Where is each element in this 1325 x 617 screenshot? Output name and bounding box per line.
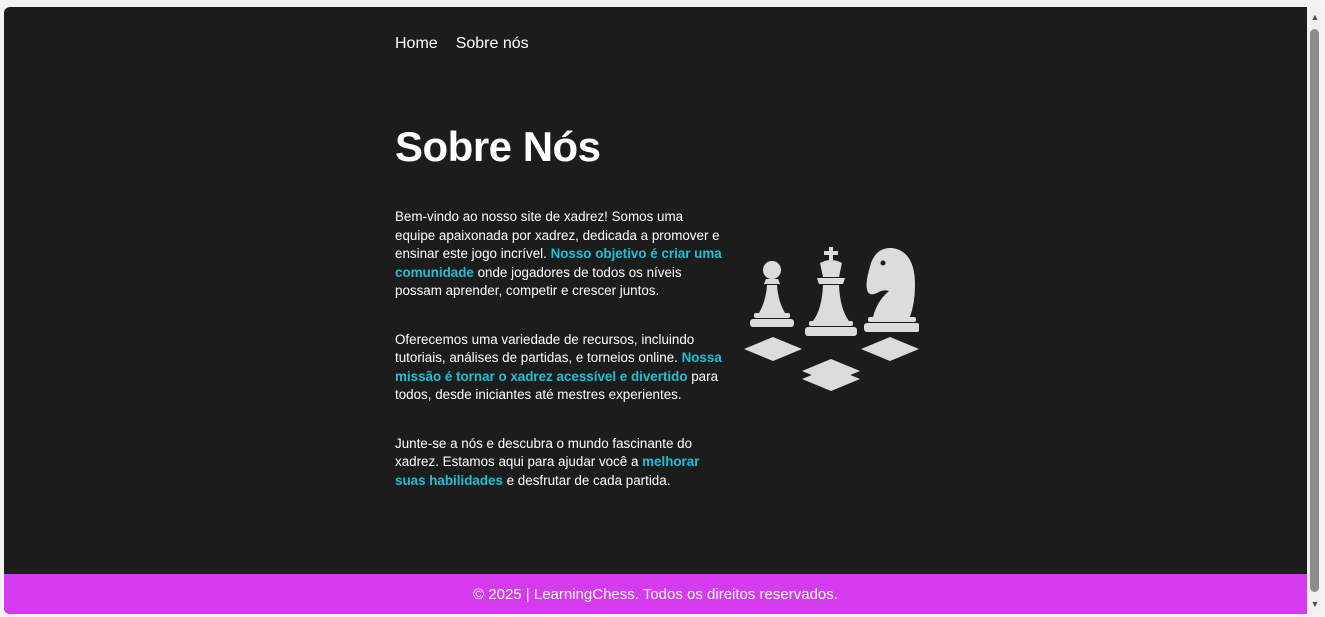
chess-pieces-icon (737, 239, 920, 397)
about-paragraph-3: Junte-se a nós e descubra o mundo fascin… (395, 435, 725, 491)
about-content: Bem-vindo ao nosso site de xadrez! Somos… (395, 208, 725, 520)
page-title: Sobre Nós (395, 123, 601, 170)
paragraph-text: e desfrutar de cada partida. (502, 472, 671, 488)
scroll-up-arrow-icon[interactable]: ▲ (1307, 9, 1323, 25)
scroll-thumb[interactable] (1310, 29, 1319, 592)
board-square-icon (744, 337, 802, 361)
about-paragraph-2: Oferecemos uma variedade de recursos, in… (395, 331, 725, 405)
scroll-down-arrow-icon[interactable]: ▼ (1307, 596, 1323, 612)
nav-link-sobre-nos[interactable]: Sobre nós (456, 35, 529, 53)
site-footer: © 2025 | LearningChess. Todos os direito… (4, 574, 1307, 614)
top-nav: Home Sobre nós (395, 35, 529, 53)
vertical-scrollbar[interactable]: ▲ ▼ (1307, 7, 1323, 614)
pawn-icon (750, 261, 794, 327)
about-paragraph-1: Bem-vindo ao nosso site de xadrez! Somos… (395, 208, 725, 301)
king-icon (805, 247, 857, 336)
knight-icon (864, 247, 920, 332)
paragraph-text: Oferecemos uma variedade de recursos, in… (395, 331, 695, 366)
page-window: Home Sobre nós Sobre Nós Bem-vindo ao no… (4, 7, 1307, 614)
board-square-icon (861, 337, 919, 361)
nav-link-home[interactable]: Home (395, 35, 438, 53)
footer-copyright: © 2025 | LearningChess. Todos os direito… (473, 585, 838, 603)
